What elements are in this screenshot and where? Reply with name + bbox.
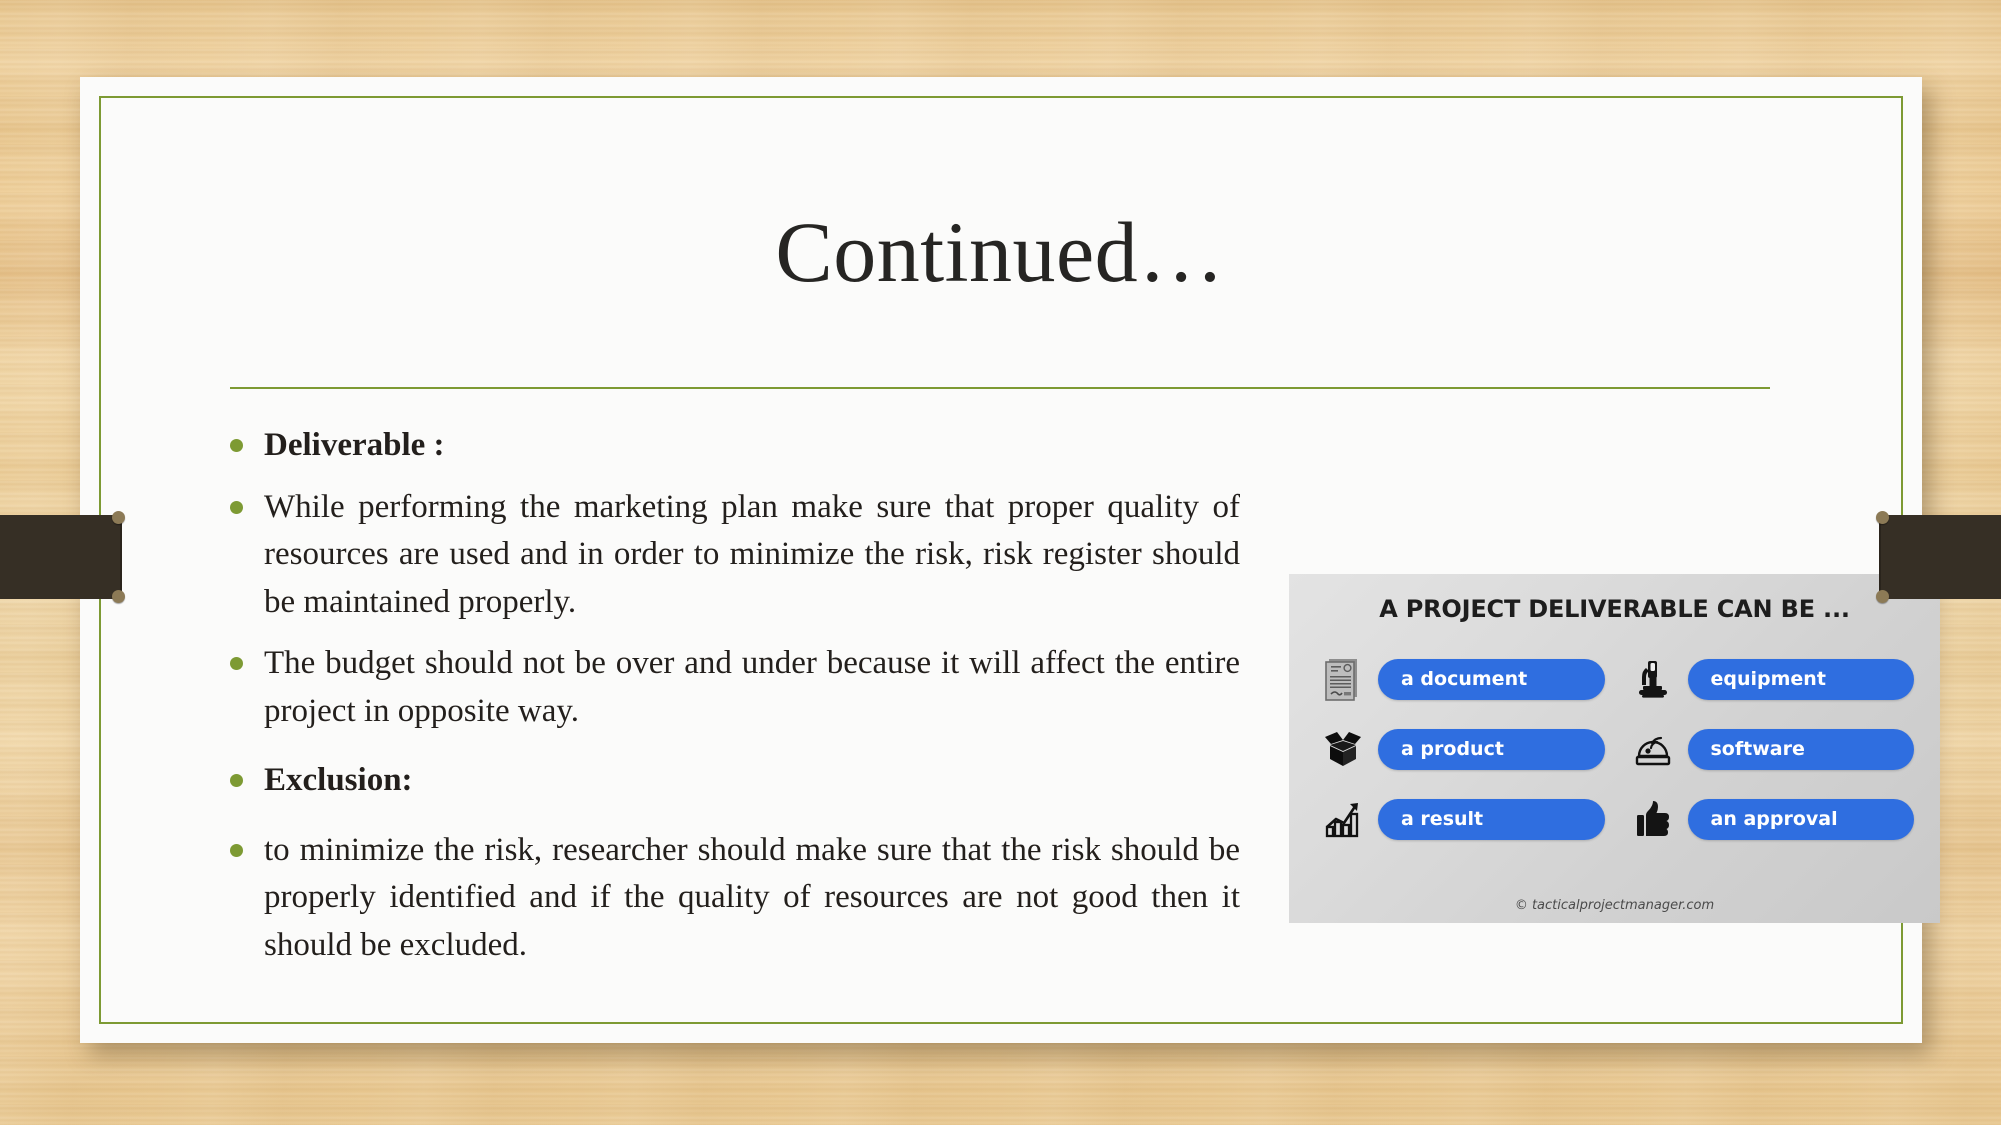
ribbon-knob-icon [112, 511, 125, 524]
bar-chart-growth-icon [1317, 793, 1369, 845]
infographic-credit: © tacticalprojectmanager.com [1514, 898, 1715, 913]
decorative-ribbon-right [1876, 511, 2001, 603]
deliverable-grid: a document equipment a product software … [1317, 646, 1914, 852]
title-block: Continued… [200, 204, 1800, 300]
disc-icon [1627, 723, 1679, 775]
slide-card: Continued… Deliverable : While performin… [80, 77, 1940, 1043]
deliverable-pill-label[interactable]: software [1687, 728, 1914, 770]
thumbs-up-icon [1627, 793, 1679, 845]
ribbon-knob-icon [112, 590, 125, 603]
title-divider-rule [230, 387, 1770, 389]
bullet-dot-icon [230, 657, 243, 671]
page-title: Continued… [775, 204, 1225, 300]
bullet-dot-icon [230, 439, 243, 452]
list-item-label: While performing the marketing plan make… [264, 488, 1240, 620]
bullet-dot-icon [230, 774, 243, 788]
open-box-icon [1317, 723, 1369, 775]
deliverable-pill-label[interactable]: a document [1378, 658, 1605, 700]
list-item: Exclusion: [230, 757, 1240, 805]
list-item: While performing the marketing plan make… [230, 484, 1240, 627]
microscope-icon [1627, 653, 1679, 705]
list-item-label: to minimize the risk, researcher should … [264, 831, 1240, 963]
bullet-dot-icon [230, 843, 243, 857]
certificate-icon [1317, 653, 1369, 705]
deliverable-item-document: a document [1317, 646, 1605, 712]
deliverable-pill-label[interactable]: equipment [1687, 658, 1914, 700]
ribbon-knob-icon [1876, 511, 1889, 524]
deliverable-pill-label[interactable]: a result [1378, 798, 1605, 840]
list-item: Deliverable : [230, 422, 1240, 470]
deliverable-infographic: A PROJECT DELIVERABLE CAN BE ... a docum… [1289, 574, 1940, 923]
ribbon-knob-icon [1876, 590, 1889, 603]
bullet-dot-icon [230, 500, 243, 514]
list-item-label: The budget should not be over and under … [264, 645, 1240, 729]
deliverable-item-result: a result [1317, 786, 1605, 852]
deliverable-pill-label[interactable]: a product [1378, 728, 1605, 770]
deliverable-item-product: a product [1317, 716, 1605, 782]
deliverable-item-equipment: equipment [1627, 646, 1914, 712]
bullet-list: Deliverable : While performing the marke… [230, 422, 1240, 983]
infographic-title: A PROJECT DELIVERABLE CAN BE ... [1379, 595, 1850, 623]
list-item-label: Deliverable : [264, 427, 445, 463]
list-item: to minimize the risk, researcher should … [230, 827, 1240, 970]
deliverable-pill-label[interactable]: an approval [1687, 798, 1914, 840]
list-item-label: Exclusion: [264, 762, 413, 799]
deliverable-item-approval: an approval [1627, 786, 1914, 852]
decorative-ribbon-left [0, 511, 125, 603]
deliverable-item-software: software [1627, 716, 1914, 782]
list-item: The budget should not be over and under … [230, 640, 1240, 735]
